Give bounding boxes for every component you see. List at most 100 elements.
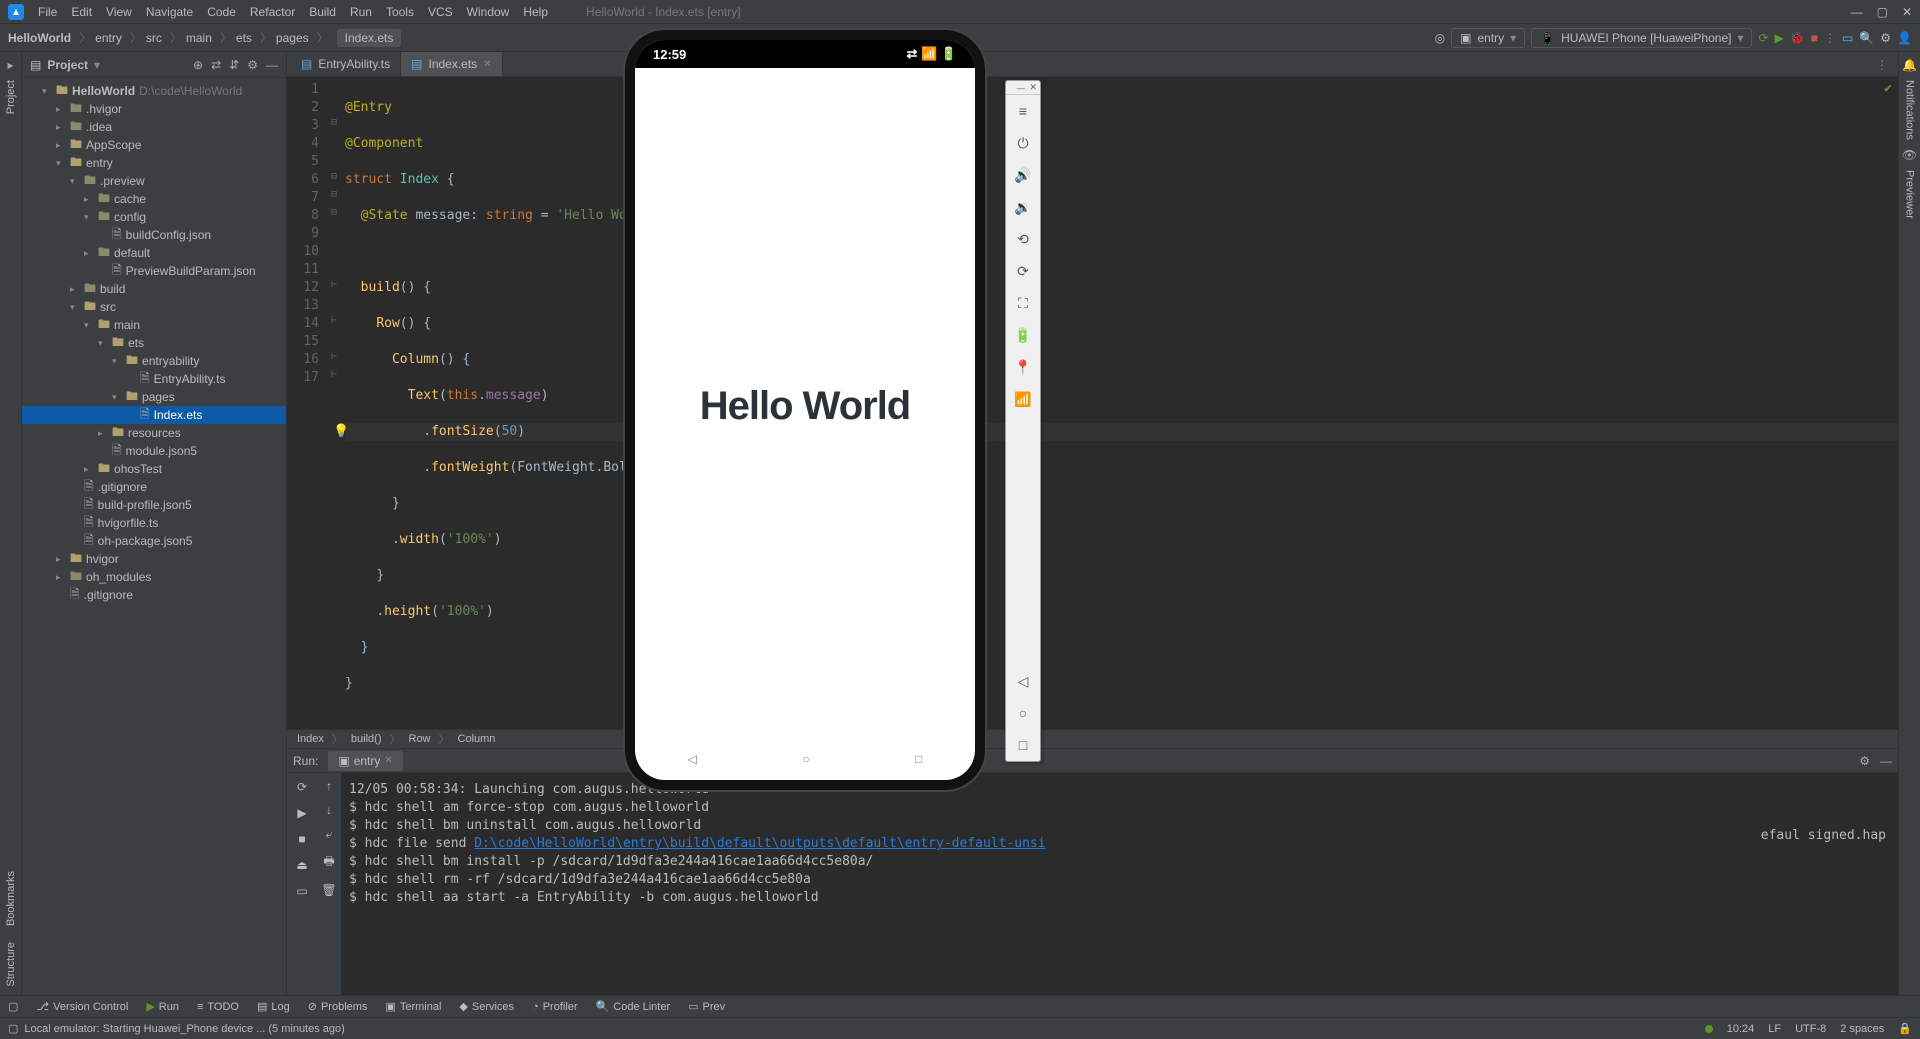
screenshot-icon[interactable]: ⛶: [1006, 287, 1040, 319]
back-icon[interactable]: ◁: [1006, 665, 1040, 697]
rotate-right-icon[interactable]: ⟳: [1006, 255, 1040, 287]
wifi-icon[interactable]: 📶: [1006, 383, 1040, 415]
tree-row[interactable]: 🗎buildConfig.json: [22, 226, 286, 244]
tree-row[interactable]: ▸🖿cache: [22, 190, 286, 208]
tree-row[interactable]: 🗎build-profile.json5: [22, 496, 286, 514]
expand-icon[interactable]: ⇄: [211, 58, 221, 72]
tree-row[interactable]: ▸🖿build: [22, 280, 286, 298]
tab-bookmarks[interactable]: Bookmarks: [3, 863, 19, 934]
nav-crumb[interactable]: ets: [236, 31, 252, 45]
tree-row[interactable]: ▸🖿AppScope: [22, 136, 286, 154]
nav-file[interactable]: Index.ets: [337, 29, 402, 47]
volume-down-icon[interactable]: 🔉: [1006, 191, 1040, 223]
print-icon[interactable]: 🖶: [323, 852, 334, 873]
tw-terminal[interactable]: ▣Terminal: [385, 1000, 441, 1013]
tree-row[interactable]: ▸🖿default: [22, 244, 286, 262]
emulator-screen[interactable]: 12:59 ⇄ 📶 🔋 Hello World ◁ ○ □: [635, 40, 975, 780]
status-charset[interactable]: UTF-8: [1795, 1023, 1826, 1035]
menu-build[interactable]: Build: [309, 5, 336, 19]
file-link[interactable]: D:\code\HelloWorld\entry\build\default\o…: [474, 836, 1045, 851]
nav-home-icon[interactable]: ○: [802, 752, 809, 766]
home-icon[interactable]: ○: [1006, 697, 1040, 729]
nav-crumb[interactable]: main: [186, 31, 212, 45]
phone-nav-bar[interactable]: ◁ ○ □: [635, 744, 975, 774]
lock-icon[interactable]: 🔒: [1898, 1022, 1912, 1035]
tree-row[interactable]: 🗎module.json5: [22, 442, 286, 460]
debug-icon[interactable]: 🐞: [1790, 31, 1805, 45]
tree-row[interactable]: ▸🖿ohosTest: [22, 460, 286, 478]
tw-prev[interactable]: ▭Prev: [688, 1000, 725, 1013]
tree-row[interactable]: ▸🖿.hvigor: [22, 100, 286, 118]
hide-icon[interactable]: —: [1880, 754, 1892, 768]
tree-row[interactable]: 🗎.gitignore: [22, 478, 286, 496]
tree-row[interactable]: 🗎EntryAbility.ts: [22, 370, 286, 388]
status-lf[interactable]: LF: [1768, 1023, 1781, 1035]
down-icon[interactable]: ↓: [326, 803, 332, 817]
tw-code-linter[interactable]: 🔍Code Linter: [596, 1000, 671, 1013]
menu-icon[interactable]: ≡: [1006, 95, 1040, 127]
code-editor[interactable]: 1234567891011121314151617 ⊟⊟⊟⊟⊢⊢⊢⊢ @Entr…: [287, 77, 1898, 729]
tree-row[interactable]: 🗎hvigorfile.ts: [22, 514, 286, 532]
tree-row[interactable]: 🗎.gitignore: [22, 586, 286, 604]
tree-row[interactable]: 🗎Index.ets: [22, 406, 286, 424]
tab-notifications[interactable]: Notifications: [1902, 72, 1918, 148]
rotate-left-icon[interactable]: ⟲: [1006, 223, 1040, 255]
bulb-icon[interactable]: 💡: [333, 423, 349, 441]
tree-row[interactable]: 🗎oh-package.json5: [22, 532, 286, 550]
close-icon[interactable]: ✕: [384, 755, 392, 766]
menu-navigate[interactable]: Navigate: [146, 5, 193, 19]
nav-crumb[interactable]: entry: [95, 31, 122, 45]
tw-problems[interactable]: ⊘Problems: [308, 1000, 368, 1013]
power-icon[interactable]: ⏻: [1006, 127, 1040, 159]
close-tab-icon[interactable]: ✕: [483, 59, 491, 70]
tree-row[interactable]: ▸🖿.idea: [22, 118, 286, 136]
exit-icon[interactable]: ⏏: [294, 857, 310, 873]
run-icon[interactable]: ▶: [294, 805, 310, 821]
battery-icon[interactable]: 🔋: [1006, 319, 1040, 351]
tw-log[interactable]: ▤Log: [257, 1000, 290, 1013]
editor-breadcrumb[interactable]: Index〉 build()〉 Row〉 Column: [287, 729, 1898, 748]
settings-icon[interactable]: ⚙: [1859, 754, 1870, 768]
menu-file[interactable]: File: [38, 5, 57, 19]
nav-recent-icon[interactable]: □: [915, 752, 922, 766]
nav-crumb[interactable]: pages: [276, 31, 309, 45]
tree-row[interactable]: ▾🖿main: [22, 316, 286, 334]
tw-run[interactable]: ▶Run: [146, 1000, 179, 1013]
stop-icon[interactable]: ■: [1811, 31, 1818, 45]
tab-entryability[interactable]: ▤EntryAbility.ts: [291, 52, 401, 76]
more-run-icon[interactable]: ⋮: [1824, 31, 1836, 45]
tree-row[interactable]: ▸🖿resources: [22, 424, 286, 442]
menu-vcs[interactable]: VCS: [428, 5, 453, 19]
tw-profiler[interactable]: ◔Profiler: [532, 1001, 578, 1013]
ctrl-min-icon[interactable]: —: [1016, 83, 1025, 93]
tv-icon[interactable]: ▭: [1842, 31, 1853, 45]
location-icon[interactable]: 📍: [1006, 351, 1040, 383]
menu-run[interactable]: Run: [350, 5, 372, 19]
close-icon[interactable]: ✕: [1902, 5, 1912, 19]
settings-icon[interactable]: ⚙: [1880, 31, 1891, 45]
nav-back-icon[interactable]: ◁: [688, 752, 697, 766]
tree-row[interactable]: ▾🖿config: [22, 208, 286, 226]
account-icon[interactable]: 👤: [1897, 31, 1912, 45]
status-indent[interactable]: 2 spaces: [1840, 1023, 1884, 1035]
tree-row[interactable]: ▾🖿.preview: [22, 172, 286, 190]
menu-refactor[interactable]: Refactor: [250, 5, 295, 19]
tab-index-ets[interactable]: ▤Index.ets✕: [401, 52, 502, 76]
run-icon[interactable]: ▶: [1775, 31, 1784, 45]
trash-icon[interactable]: 🗑: [321, 883, 336, 897]
maximize-icon[interactable]: ▢: [1877, 5, 1888, 19]
project-tree[interactable]: ▾🖿HelloWorld D:\code\HelloWorld▸🖿.hvigor…: [22, 78, 286, 995]
run-tab-entry[interactable]: ▣entry✕: [328, 751, 402, 771]
status-icon[interactable]: ▢: [8, 1022, 18, 1035]
recent-icon[interactable]: □: [1006, 729, 1040, 761]
menu-window[interactable]: Window: [467, 5, 510, 19]
collapse-icon[interactable]: ⇵: [229, 58, 239, 72]
folder-icon[interactable]: ▸: [7, 58, 13, 72]
fold-column[interactable]: ⊟⊟⊟⊟⊢⊢⊢⊢: [327, 77, 341, 729]
eye-icon[interactable]: 👁: [1902, 148, 1917, 162]
bell-icon[interactable]: 🔔: [1902, 58, 1917, 72]
nav-project[interactable]: HelloWorld: [8, 31, 71, 45]
hide-icon[interactable]: —: [266, 58, 278, 72]
tw-services[interactable]: ◆Services: [459, 1000, 514, 1013]
run-config-select[interactable]: ▣entry▾: [1451, 28, 1525, 48]
